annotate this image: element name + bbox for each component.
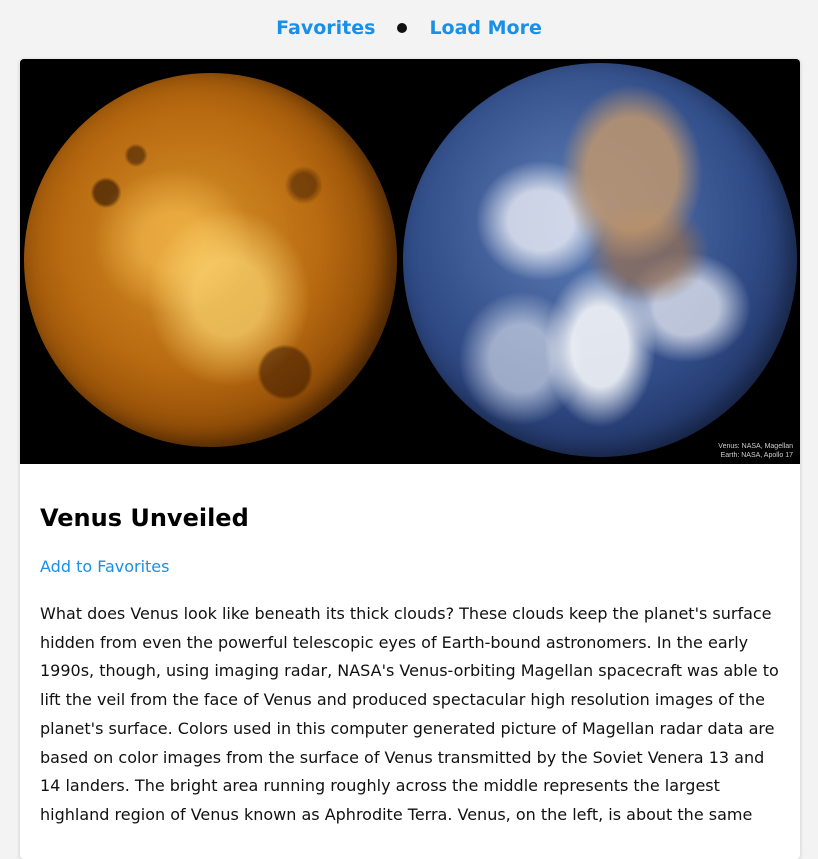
favorites-link[interactable]: Favorites <box>276 17 375 39</box>
earth-planet-image <box>403 63 797 457</box>
bullet-separator-icon <box>397 22 408 33</box>
top-navigation: Favorites Load More <box>0 0 818 55</box>
apod-card: Venus: NASA, Magellan Earth: NASA, Apoll… <box>20 59 800 859</box>
venus-earth-image: Venus: NASA, Magellan Earth: NASA, Apoll… <box>20 59 800 464</box>
image-credit-venus: Venus: NASA, Magellan <box>718 443 793 450</box>
article-title: Venus Unveiled <box>40 504 249 532</box>
image-credit-earth: Earth: NASA, Apollo 17 <box>720 452 793 459</box>
load-more-link[interactable]: Load More <box>429 17 541 39</box>
card-content: Venus Unveiled Add to Favorites What doe… <box>20 464 800 830</box>
article-description: What does Venus look like beneath its th… <box>40 604 779 824</box>
add-to-favorites-link[interactable]: Add to Favorites <box>40 557 169 576</box>
image-credit: Venus: NASA, Magellan Earth: NASA, Apoll… <box>718 442 793 460</box>
venus-planet-image <box>24 73 397 447</box>
